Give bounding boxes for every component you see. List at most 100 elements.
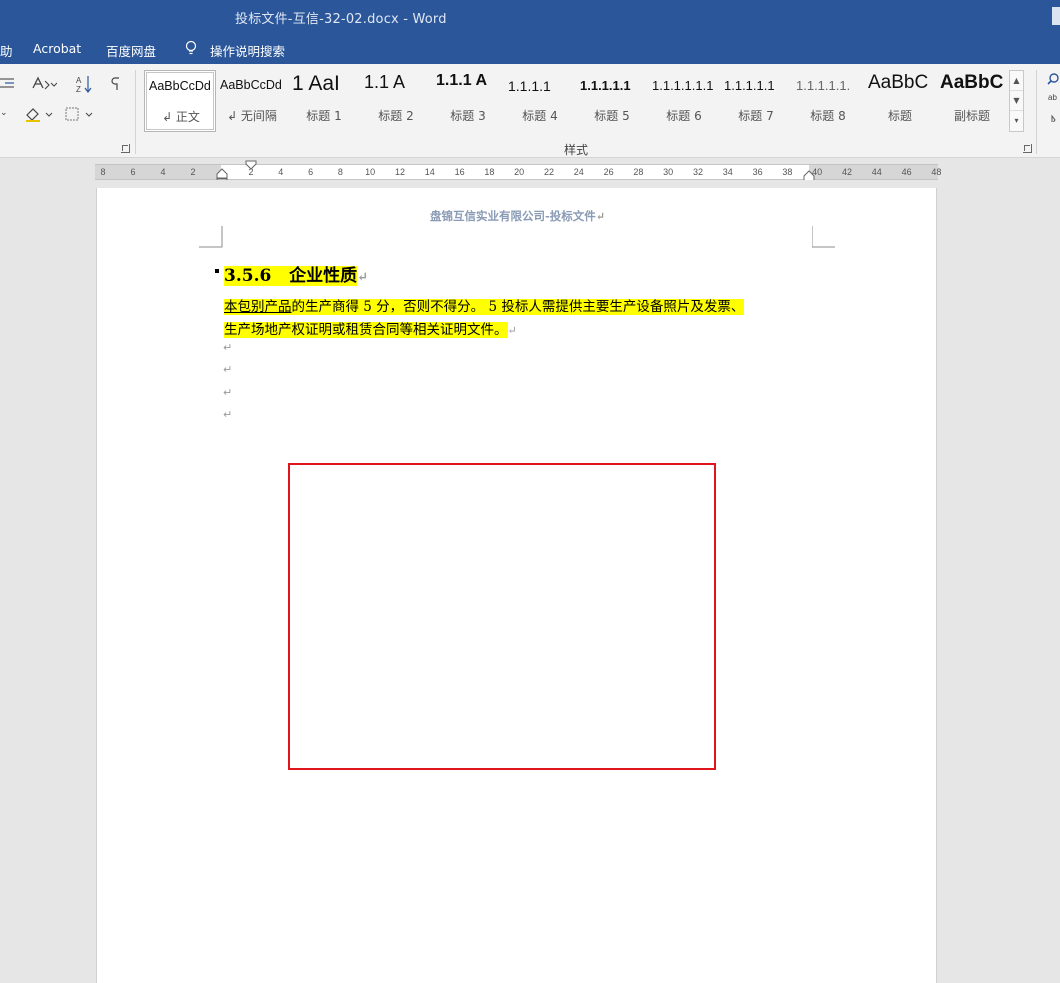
ruler-tick: 28: [633, 167, 644, 177]
ruler-tick: 46: [901, 167, 912, 177]
style-sample: AaBbCcDd: [220, 78, 282, 92]
text-direction-icon[interactable]: [31, 76, 57, 92]
paragraph-dialog-launcher[interactable]: [121, 144, 130, 153]
style-name: 标题 2: [378, 109, 414, 123]
style-sample: 1.1.1 A: [436, 72, 487, 89]
red-rectangle-shape[interactable]: [288, 463, 716, 770]
shading-icon[interactable]: [24, 106, 58, 122]
empty-paragraph[interactable]: ↵: [223, 386, 232, 399]
style-name: 标题 4: [522, 109, 558, 123]
lightbulb-icon: [185, 40, 197, 55]
dropdown-chevron-icon[interactable]: ⌄: [0, 108, 8, 118]
find-icon[interactable]: ab: [1046, 72, 1060, 122]
line-spacing-icon[interactable]: [0, 76, 18, 90]
sort-icon[interactable]: A Z: [75, 74, 93, 94]
style-sample: 1 AaI: [292, 72, 340, 95]
ruler-tick: 30: [663, 167, 674, 177]
style-item[interactable]: AaBbCcDd ↲ 正文: [144, 70, 216, 132]
group-separator: [1036, 70, 1037, 154]
tell-me-search[interactable]: 操作说明搜索: [210, 41, 285, 60]
first-line-indent-icon[interactable]: [245, 160, 257, 170]
style-name: 标题 5: [594, 109, 630, 123]
page-header[interactable]: 盘锦互信实业有限公司-投标文件↵: [97, 208, 938, 224]
ruler-tick: 6: [130, 167, 136, 177]
paragraph-text: 的生产商得 5 分，否则不得分。 5 投标人需提供主要生产设备照片及发票、: [291, 299, 745, 315]
gallery-up-icon[interactable]: ▲: [1010, 71, 1023, 91]
style-name: 标题: [887, 109, 912, 123]
ruler-tick: 18: [484, 167, 495, 177]
horizontal-ruler[interactable]: 8 6 4 2 2 4 6 8 10 12 14 16 18 20 22 24 26 28 30 32 34 36 38 40…: [95, 160, 941, 187]
show-paragraph-marks-icon[interactable]: [109, 76, 123, 92]
style-sample: 1.1.1.1.1.: [796, 78, 851, 93]
style-sample: 1.1 A: [364, 72, 406, 92]
ruler-tick: 38: [782, 167, 793, 177]
heading-highlight: 3.5.6 企业性质: [224, 266, 358, 286]
style-item[interactable]: 1.1.1.1.1 标题 7: [720, 70, 792, 132]
ruler-tick: 10: [365, 167, 376, 177]
ruler-tick: 12: [394, 167, 405, 177]
style-sample: 1.1.1.1: [508, 78, 551, 94]
style-item[interactable]: 1.1 A 标题 2: [360, 70, 432, 132]
window-control[interactable]: [1052, 7, 1060, 25]
ruler-tick: 48: [931, 167, 942, 177]
ruler-tick: 34: [722, 167, 733, 177]
ruler-tick: 22: [543, 167, 554, 177]
style-name: 标题 3: [450, 109, 486, 123]
style-name: ↲ 无间隔: [227, 109, 277, 123]
section-heading[interactable]: 3.5.6 企业性质↵: [215, 261, 368, 286]
document-area: 盘锦互信实业有限公司-投标文件↵ 3.5.6 企业性质↵ 本包别产品的生产商得 …: [0, 180, 1060, 983]
paragraph-line-2[interactable]: 生产场地产权证明或租赁合同等相关证明文件。↵: [224, 318, 517, 338]
empty-paragraph[interactable]: ↵: [223, 341, 232, 354]
style-item[interactable]: AaBbCcDd ↲ 无间隔: [216, 70, 288, 132]
ruler-tick: 20: [514, 167, 525, 177]
svg-text:ab: ab: [1048, 93, 1057, 102]
ribbon-tabs: 助 Acrobat 百度网盘 操作说明搜索: [0, 34, 1060, 64]
ruler-tick: 4: [278, 167, 284, 177]
styles-group-label: 样式: [564, 143, 589, 157]
group-separator: [135, 70, 136, 154]
styles-dialog-launcher[interactable]: [1023, 144, 1032, 153]
word-window: 投标文件-互信-32-02.docx - Word 助 Acrobat 百度网盘…: [0, 0, 1060, 983]
tab-acrobat[interactable]: Acrobat: [33, 41, 81, 56]
ruler-tick: 26: [603, 167, 614, 177]
gallery-scroll[interactable]: ▲ ▼ ▾: [1009, 70, 1024, 132]
style-item[interactable]: AaBbC 副标题: [936, 70, 1008, 132]
style-sample: 1.1.1.1.1.1: [652, 78, 714, 93]
style-item[interactable]: 1.1.1.1 标题 4: [504, 70, 576, 132]
style-item[interactable]: 1.1.1.1.1 标题 5: [576, 70, 648, 132]
svg-text:Z: Z: [76, 85, 81, 94]
style-item[interactable]: 1.1.1.1.1.1 标题 6: [648, 70, 720, 132]
gallery-down-icon[interactable]: ▼: [1010, 91, 1023, 111]
margin-corner-top-left: [199, 226, 223, 248]
ruler-tick: 16: [454, 167, 465, 177]
ruler-tick: 2: [190, 167, 196, 177]
tab-help[interactable]: 助: [0, 41, 13, 60]
heading-number: 3.5.6: [224, 266, 272, 286]
style-name: 标题 1: [306, 109, 342, 123]
style-name: 标题 8: [810, 109, 846, 123]
svg-text:A: A: [76, 76, 82, 85]
style-item[interactable]: 1.1.1.1.1. 标题 8: [792, 70, 864, 132]
style-item[interactable]: 1.1.1 A 标题 3: [432, 70, 504, 132]
empty-paragraph[interactable]: ↵: [223, 408, 232, 421]
style-item[interactable]: AaBbC 标题: [864, 70, 936, 132]
empty-paragraph[interactable]: ↵: [223, 363, 232, 376]
ruler-tick: 8: [337, 167, 343, 177]
styles-gallery: AaBbCcDd ↲ 正文 AaBbCcDd ↲ 无间隔 1 AaI 标题 1 1.1 A 标…: [144, 70, 1008, 132]
heading-bullet-icon: [215, 269, 219, 273]
style-sample: AaBbC: [868, 72, 929, 93]
gallery-more-icon[interactable]: ▾: [1010, 111, 1023, 131]
title-bar: 投标文件-互信-32-02.docx - Word: [0, 0, 1060, 34]
ruler-tick: 42: [841, 167, 852, 177]
style-sample: 1.1.1.1.1: [580, 78, 631, 93]
borders-icon[interactable]: [64, 106, 98, 122]
ruler-tick: 4: [160, 167, 166, 177]
ruler-tick: 44: [871, 167, 882, 177]
ruler-tick: 6: [308, 167, 314, 177]
paragraph-line-1[interactable]: 本包别产品的生产商得 5 分，否则不得分。 5 投标人需提供主要生产设备照片及发…: [224, 295, 745, 315]
style-item[interactable]: 1 AaI 标题 1: [288, 70, 360, 132]
document-page[interactable]: 盘锦互信实业有限公司-投标文件↵ 3.5.6 企业性质↵ 本包别产品的生产商得 …: [96, 188, 937, 983]
page-header-text: 盘锦互信实业有限公司-投标文件: [430, 209, 596, 223]
paragraph-text-2: 生产场地产权证明或租赁合同等相关证明文件。: [224, 322, 508, 338]
tab-baidu-netdisk[interactable]: 百度网盘: [106, 41, 156, 60]
